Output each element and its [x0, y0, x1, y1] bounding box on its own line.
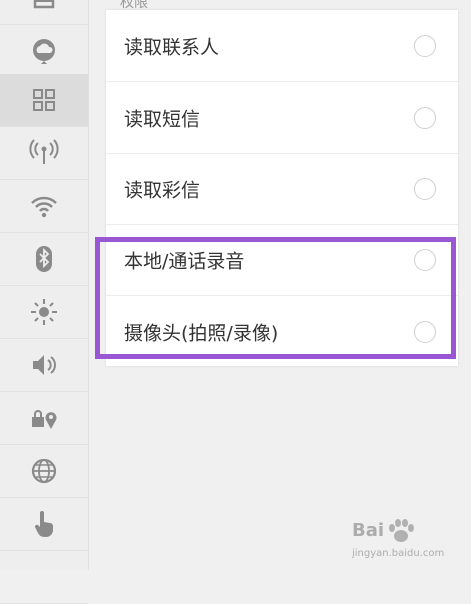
location-lock-icon — [32, 410, 57, 429]
sidebar-item-more[interactable] — [0, 551, 88, 604]
sidebar-item-security[interactable] — [0, 392, 88, 445]
volume-icon — [33, 355, 56, 375]
sidebar-item-apps[interactable] — [0, 74, 88, 127]
permission-radio[interactable] — [414, 177, 436, 200]
permission-radio[interactable] — [414, 320, 436, 343]
sidebar-item-wifi[interactable] — [0, 180, 88, 233]
permission-label: 读取短信 — [124, 108, 201, 130]
bluetooth-icon — [36, 246, 52, 272]
watermark-text: Bai — [352, 520, 385, 541]
sidebar-item-storage[interactable] — [0, 0, 88, 25]
sidebar-item-network[interactable] — [0, 127, 88, 180]
touch-hand-icon — [34, 511, 53, 537]
signal-tower-icon — [29, 139, 59, 164]
permission-label: 摄像头(拍照/录像) — [124, 322, 279, 344]
permission-radio[interactable] — [414, 248, 436, 271]
wifi-icon — [31, 196, 57, 218]
cloud-sync-icon — [33, 39, 55, 64]
sidebar-item-cloud[interactable] — [0, 25, 88, 78]
permission-label: 读取联系人 — [124, 36, 220, 58]
permission-radio[interactable] — [414, 34, 436, 57]
sidebar-item-gesture[interactable] — [0, 498, 88, 551]
brightness-icon — [31, 299, 57, 325]
permissions-card: 读取联系人 读取短信 读取彩信 本地/通话录音 摄像头(拍照/录像) — [106, 10, 458, 366]
permission-row-recording[interactable]: 本地/通话录音 — [106, 224, 458, 296]
apps-grid-icon — [33, 89, 55, 111]
permission-radio[interactable] — [414, 106, 436, 129]
sidebar — [0, 0, 89, 604]
baidu-watermark: Bai jingyan.baidu.com — [352, 518, 462, 564]
permission-label: 本地/通话录音 — [124, 250, 245, 272]
permission-label: 读取彩信 — [124, 179, 201, 201]
folder-icon — [33, 0, 55, 9]
sidebar-item-sound[interactable] — [0, 339, 88, 392]
sidebar-item-language[interactable] — [0, 445, 88, 498]
permission-row-camera[interactable]: 摄像头(拍照/录像) — [106, 296, 458, 367]
paw-icon — [389, 519, 414, 542]
globe-icon — [31, 458, 57, 484]
permission-row-mms[interactable]: 读取彩信 — [106, 153, 458, 225]
permission-row-contacts[interactable]: 读取联系人 — [106, 10, 458, 82]
permission-row-sms[interactable]: 读取短信 — [106, 82, 458, 154]
watermark-url: jingyan.baidu.com — [352, 548, 445, 559]
sidebar-item-brightness[interactable] — [0, 286, 88, 339]
sidebar-item-bluetooth[interactable] — [0, 233, 88, 286]
